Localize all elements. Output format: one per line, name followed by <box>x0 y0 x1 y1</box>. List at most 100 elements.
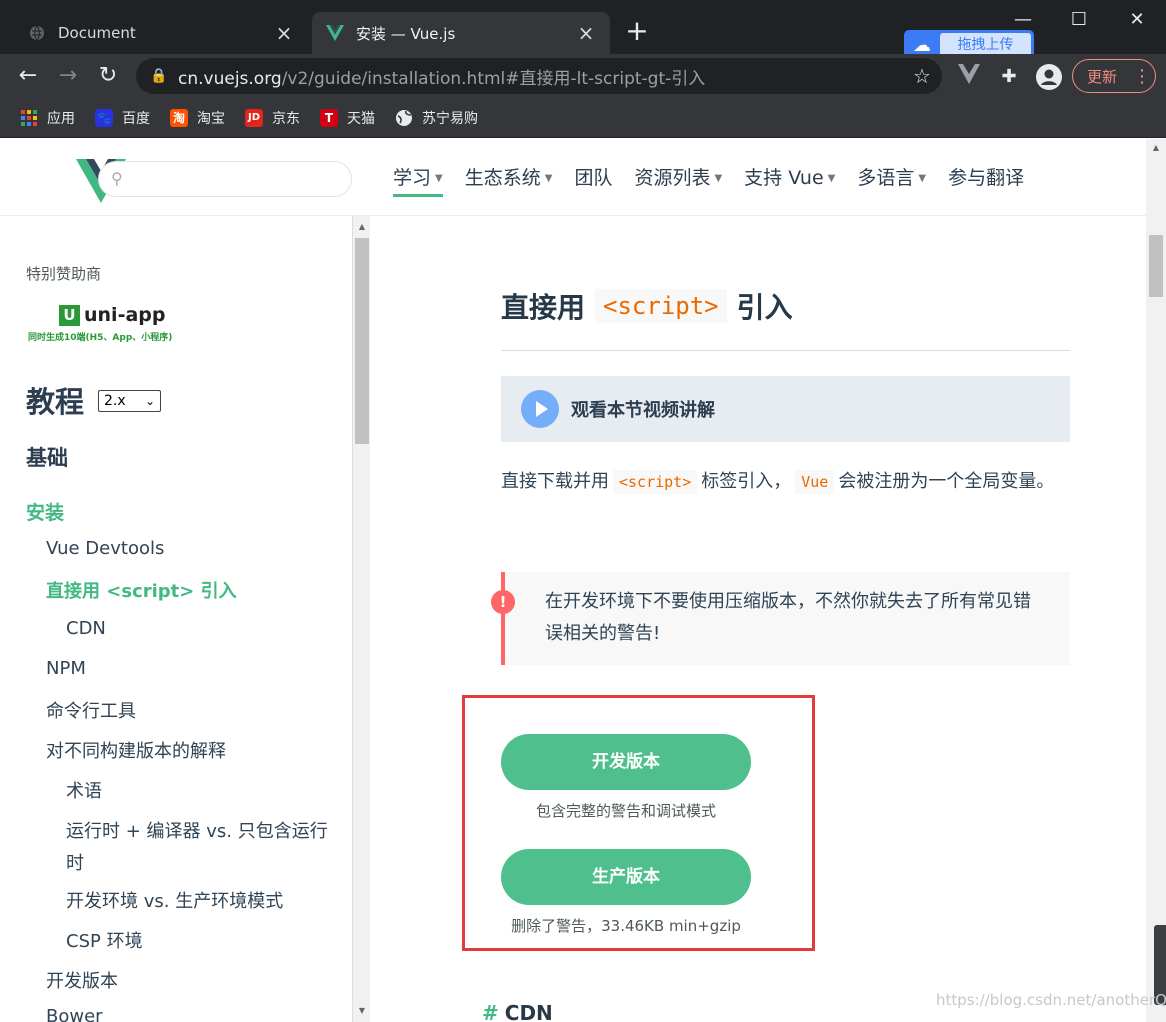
sponsor-logo-uniapp[interactable]: Uuni-app 同时生成10端(H5、App、小程序) <box>28 304 172 343</box>
sidebar-item-install[interactable]: 安装 <box>26 498 64 525</box>
sidebar-item-csp[interactable]: CSP 环境 <box>66 927 143 953</box>
bookmark-apps[interactable]: 应用 <box>20 108 75 128</box>
link-text: 引入 <box>194 581 237 602</box>
update-label: 更新 <box>1087 67 1118 86</box>
para-text: 标签引入， <box>701 471 792 492</box>
play-icon <box>521 390 559 428</box>
forward-icon[interactable]: → <box>54 62 82 90</box>
back-icon[interactable]: ← <box>14 62 42 90</box>
nav-languages[interactable]: 多语言 ▼ <box>857 163 926 197</box>
version-select[interactable]: 2.x ⌄ <box>98 390 161 412</box>
url-path: /v2/guide/installation.html#直接用-lt-scrip… <box>281 68 706 89</box>
dev-version-caption: 包含完整的警告和调试模式 <box>535 802 716 820</box>
extensions-puzzle-icon[interactable]: ✚ <box>996 64 1022 90</box>
baidu-cloud-icon: ☁ <box>913 34 931 56</box>
watermark: https://blog.csdn.net/anotherQu <box>936 991 1166 1009</box>
dev-version-button[interactable]: 开发版本 <box>501 734 751 790</box>
more-menu-icon[interactable]: ⋮ <box>1133 66 1151 87</box>
caret-down-icon: ▼ <box>714 173 723 184</box>
sponsor-tagline: 同时生成10端(H5、App、小程序) <box>28 333 173 343</box>
anchor-hash[interactable]: # <box>482 1001 499 1022</box>
maximize-icon[interactable]: ☐ <box>1056 6 1102 34</box>
caret-down-icon: ▼ <box>827 173 836 184</box>
bookmark-star-icon[interactable]: ☆ <box>902 64 942 88</box>
scrollbar-thumb[interactable] <box>355 238 369 444</box>
sidebar-item-npm[interactable]: NPM <box>46 658 86 679</box>
tab-close-icon[interactable]: × <box>576 21 596 45</box>
scroll-up-icon[interactable]: ▲ <box>353 222 371 231</box>
tab-document[interactable]: Document × <box>14 12 308 54</box>
caret-down-icon: ▼ <box>544 173 553 184</box>
sidebar-item-runtime[interactable]: 运行时 + 编译器 vs. 只包含运行时 <box>66 817 328 875</box>
inline-code: <script> <box>613 470 698 494</box>
sidebar-scrollbar[interactable]: ▲ ▼ <box>352 216 370 1022</box>
bookmark-tmall[interactable]: T 天猫 <box>320 108 375 128</box>
sidebar-item-dev-build[interactable]: 开发版本 <box>46 967 118 993</box>
warning-callout: ! 在开发环境下不要使用压缩版本，不然你就失去了所有常见错误相关的警告! <box>491 572 1070 665</box>
address-bar[interactable]: 🔒 cn.vuejs.org/v2/guide/installation.htm… <box>136 58 942 94</box>
bookmark-label: 淘宝 <box>197 110 225 127</box>
scroll-up-icon[interactable]: ▲ <box>1146 143 1166 152</box>
bookmark-label: 百度 <box>122 110 150 127</box>
page-title: 直接用 <script> 引入 <box>501 286 793 326</box>
bookmark-label: 应用 <box>47 110 75 127</box>
bookmark-baidu[interactable]: 🐾 百度 <box>95 108 150 128</box>
title-code: <script> <box>595 289 727 323</box>
sidebar-item-cli[interactable]: 命令行工具 <box>46 697 136 723</box>
warning-icon: ! <box>491 590 515 614</box>
section-basics: 基础 <box>26 446 68 470</box>
heading-divider <box>501 350 1070 351</box>
apps-grid-icon <box>20 109 38 127</box>
link-code: <script> <box>106 581 195 602</box>
new-tab-icon[interactable]: + <box>622 16 652 46</box>
bookmark-jd[interactable]: JD 京东 <box>245 108 300 128</box>
nav-team[interactable]: 团队 <box>574 163 612 197</box>
nav-translate[interactable]: 参与翻译 <box>948 163 1024 197</box>
heading-text: CDN <box>504 1001 553 1022</box>
close-window-icon[interactable]: ✕ <box>1114 6 1160 34</box>
baidu-paw-icon: 🐾 <box>95 108 113 127</box>
update-button[interactable]: 更新 ⋮ <box>1072 59 1156 93</box>
url-text[interactable]: cn.vuejs.org/v2/guide/installation.html#… <box>178 64 902 89</box>
sidebar: 特别赞助商 Uuni-app 同时生成10端(H5、App、小程序) 教程 2.… <box>0 216 352 1022</box>
chevron-down-icon: ⌄ <box>144 394 155 408</box>
sidebar-item-dev-prod-mode[interactable]: 开发环境 vs. 生产环境模式 <box>66 887 283 913</box>
tab-close-icon[interactable]: × <box>274 21 294 45</box>
sponsor-label: 特别赞助商 <box>26 265 102 283</box>
sidebar-item-builds[interactable]: 对不同构建版本的解释 <box>46 737 226 763</box>
reload-icon[interactable]: ↻ <box>94 62 122 90</box>
nav-learn[interactable]: 学习 ▼ <box>393 163 443 197</box>
search-input[interactable]: ⚲ <box>98 161 352 197</box>
link-text: 直接用 <box>46 581 107 602</box>
intro-paragraph: 直接下载并用 <script> 标签引入， Vue 会被注册为一个全局变量。 <box>501 465 1070 499</box>
video-banner[interactable]: 观看本节视频讲解 <box>501 376 1070 442</box>
bookmark-label: 天猫 <box>347 110 375 127</box>
nav-label: 资源列表 <box>634 167 711 189</box>
site-header: ⚲ 学习 ▼ 生态系统 ▼ 团队 资源列表 ▼ 支持 Vue ▼ 多语言 ▼ 参与翻译 <box>0 139 1146 216</box>
lock-icon: 🔒 <box>150 68 168 84</box>
nav-resources[interactable]: 资源列表 ▼ <box>634 163 722 197</box>
scrollbar-thumb[interactable] <box>1149 235 1163 297</box>
main-nav: 学习 ▼ 生态系统 ▼ 团队 资源列表 ▼ 支持 Vue ▼ 多语言 ▼ 参与翻译 <box>393 163 1046 197</box>
bookmark-suning[interactable]: 苏宁易购 <box>395 108 478 128</box>
page-scrollbar[interactable]: ▲ <box>1146 139 1166 1022</box>
nav-label: 生态系统 <box>464 167 541 189</box>
prod-version-button[interactable]: 生产版本 <box>501 849 751 905</box>
search-icon: ⚲ <box>111 169 123 188</box>
profile-avatar-icon[interactable] <box>1036 64 1062 90</box>
bookmark-taobao[interactable]: 淘 淘宝 <box>170 108 225 128</box>
sidebar-item-cdn[interactable]: CDN <box>66 618 106 639</box>
scroll-down-icon[interactable]: ▼ <box>353 1006 371 1015</box>
vue-devtools-extension-icon[interactable] <box>956 64 982 90</box>
jd-icon: JD <box>245 108 263 127</box>
sidebar-item-direct-script[interactable]: 直接用 <script> 引入 <box>46 577 237 603</box>
nav-ecosystem[interactable]: 生态系统 ▼ <box>465 163 553 197</box>
caret-down-icon: ▼ <box>918 173 927 184</box>
bookmark-label: 苏宁易购 <box>422 110 478 127</box>
tab-title: Document <box>58 24 136 42</box>
sidebar-item-devtools[interactable]: Vue Devtools <box>46 538 164 559</box>
sidebar-item-terms[interactable]: 术语 <box>66 777 102 803</box>
tab-vuejs-install[interactable]: 安装 — Vue.js × <box>312 12 610 54</box>
nav-support-vue[interactable]: 支持 Vue ▼ <box>744 163 835 197</box>
sidebar-item-bower[interactable]: Bower <box>46 1006 103 1022</box>
